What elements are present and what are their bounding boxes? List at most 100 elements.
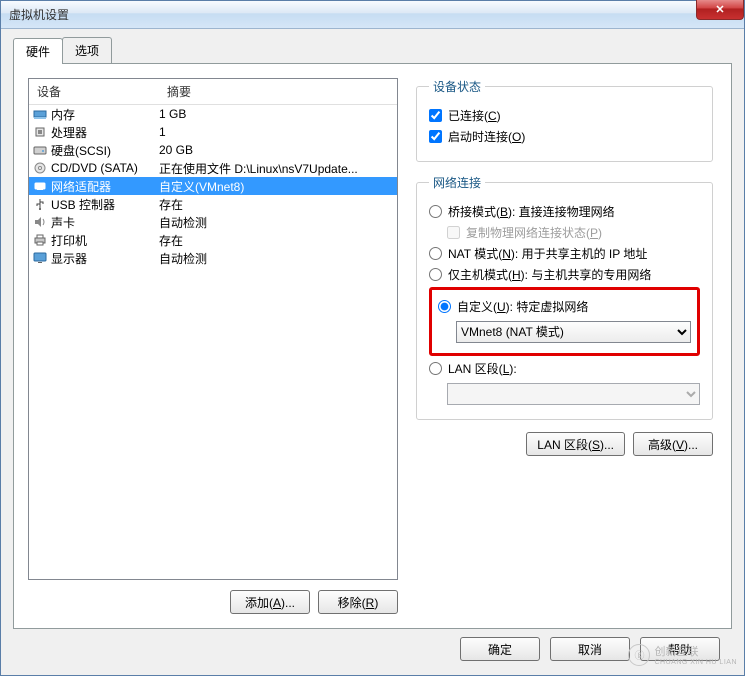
device-status-legend: 设备状态 [429,78,485,95]
device-label: USB 控制器 [49,196,159,213]
list-item-memory[interactable]: 内存 1 GB [29,105,397,123]
memory-icon [31,108,49,120]
cd-icon [31,162,49,174]
printer-icon [31,234,49,246]
connected-row: 已连接(C) [429,107,700,124]
nat-label: NAT 模式(N): 用于共享主机的 IP 地址 [448,245,647,262]
close-icon: ✕ [715,3,724,16]
list-item-sound[interactable]: 声卡 自动检测 [29,213,397,231]
remove-button-label: 移除(R) [338,596,379,610]
device-label: 硬盘(SCSI) [49,142,159,159]
list-item-cpu[interactable]: 处理器 1 [29,123,397,141]
display-icon [31,252,49,264]
disk-icon [31,144,49,156]
help-label: 帮助 [668,643,692,657]
tab-hardware[interactable]: 硬件 [13,38,63,64]
lan-segments-label: LAN 区段(S)... [537,438,614,452]
help-button[interactable]: 帮助 [640,637,720,661]
left-column: 设备 摘要 内存 1 GB [28,78,398,614]
device-summary: 1 GB [159,107,395,121]
advanced-label: 高级(V)... [648,438,698,452]
device-label: 声卡 [49,214,159,231]
connect-on-start-label: 启动时连接(O) [448,128,525,145]
right-button-row: LAN 区段(S)... 高级(V)... [416,432,713,456]
device-label: 内存 [49,106,159,123]
hostonly-radio[interactable] [429,268,442,281]
device-summary: 20 GB [159,143,395,157]
network-icon [31,180,49,192]
ok-label: 确定 [488,643,512,657]
header-device[interactable]: 设备 [29,79,159,104]
device-summary: 正在使用文件 D:\Linux\nsV7Update... [159,160,395,177]
connected-checkbox[interactable] [429,109,442,122]
cpu-icon [31,126,49,138]
nat-row: NAT 模式(N): 用于共享主机的 IP 地址 [429,245,700,262]
bridged-row: 桥接模式(B): 直接连接物理网络 [429,203,700,220]
device-summary: 存在 [159,232,395,249]
network-legend: 网络连接 [429,174,485,191]
custom-select-wrap: VMnet8 (NAT 模式) [456,321,691,343]
lan-segment-select [447,383,700,405]
device-list: 设备 摘要 内存 1 GB [28,78,398,580]
nat-radio[interactable] [429,247,442,260]
hostonly-row: 仅主机模式(H): 与主机共享的专用网络 [429,266,700,283]
lan-segments-button[interactable]: LAN 区段(S)... [526,432,625,456]
connect-on-start-row: 启动时连接(O) [429,128,700,145]
titlebar: 虚拟机设置 ✕ [1,1,744,29]
tab-panel-hardware: 设备 摘要 内存 1 GB [13,63,732,629]
connected-label: 已连接(C) [448,107,501,124]
close-button[interactable]: ✕ [696,0,744,20]
list-header: 设备 摘要 [29,79,397,105]
hostonly-label: 仅主机模式(H): 与主机共享的专用网络 [448,266,651,283]
list-item-display[interactable]: 显示器 自动检测 [29,249,397,267]
device-summary: 自定义(VMnet8) [159,178,395,195]
dialog-button-row: 确定 取消 帮助 [13,629,732,665]
custom-highlight: 自定义(U): 特定虚拟网络 VMnet8 (NAT 模式) [429,287,700,356]
list-item-printer[interactable]: 打印机 存在 [29,231,397,249]
list-item-cd[interactable]: CD/DVD (SATA) 正在使用文件 D:\Linux\nsV7Update… [29,159,397,177]
device-label: 打印机 [49,232,159,249]
dialog-content: 硬件 选项 设备 摘要 内存 [1,29,744,675]
list-item-disk[interactable]: 硬盘(SCSI) 20 GB [29,141,397,159]
custom-label: 自定义(U): 特定虚拟网络 [457,298,588,315]
add-button[interactable]: 添加(A)... [230,590,310,614]
device-status-group: 设备状态 已连接(C) 启动时连接(O) [416,78,713,162]
remove-button[interactable]: 移除(R) [318,590,398,614]
add-button-label: 添加(A)... [245,596,295,610]
usb-icon [31,198,49,210]
tab-options[interactable]: 选项 [62,37,112,63]
device-label: 网络适配器 [49,178,159,195]
device-summary: 自动检测 [159,214,395,231]
ok-button[interactable]: 确定 [460,637,540,661]
replicate-row: 复制物理网络连接状态(P) [447,224,700,241]
advanced-button[interactable]: 高级(V)... [633,432,713,456]
device-summary: 1 [159,125,395,139]
header-summary[interactable]: 摘要 [159,79,397,104]
network-connection-group: 网络连接 桥接模式(B): 直接连接物理网络 复制物理网络连接状态(P) NAT… [416,174,713,420]
bridged-radio[interactable] [429,205,442,218]
lan-radio[interactable] [429,362,442,375]
lan-select-wrap [447,383,700,405]
window-title: 虚拟机设置 [9,6,69,23]
device-summary: 自动检测 [159,250,395,267]
custom-row: 自定义(U): 特定虚拟网络 [438,298,691,315]
cancel-label: 取消 [578,643,602,657]
right-column: 设备状态 已连接(C) 启动时连接(O) 网络连接 桥接模式(B): 直接连接物 [412,78,717,614]
connect-on-start-checkbox[interactable] [429,130,442,143]
list-item-usb[interactable]: USB 控制器 存在 [29,195,397,213]
tab-strip: 硬件 选项 [13,37,732,63]
device-label: 处理器 [49,124,159,141]
list-item-network[interactable]: 网络适配器 自定义(VMnet8) [29,177,397,195]
left-button-row: 添加(A)... 移除(R) [28,590,398,614]
bridged-label: 桥接模式(B): 直接连接物理网络 [448,203,615,220]
lan-row: LAN 区段(L): [429,360,700,377]
replicate-label: 复制物理网络连接状态(P) [466,224,602,241]
replicate-checkbox [447,226,460,239]
device-label: CD/DVD (SATA) [49,161,159,175]
custom-radio[interactable] [438,300,451,313]
custom-vmnet-select[interactable]: VMnet8 (NAT 模式) [456,321,691,343]
list-body: 内存 1 GB 处理器 1 [29,105,397,579]
dialog-window: 虚拟机设置 ✕ 硬件 选项 设备 摘要 [0,0,745,676]
cancel-button[interactable]: 取消 [550,637,630,661]
lan-label: LAN 区段(L): [448,360,517,377]
